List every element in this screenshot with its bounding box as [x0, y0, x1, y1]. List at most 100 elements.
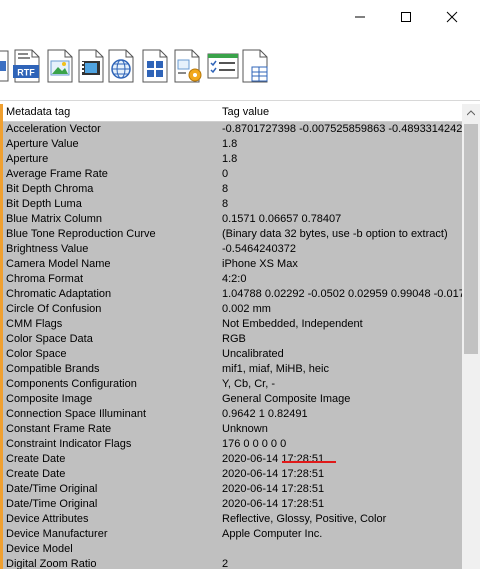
tag-value-cell: 8: [222, 198, 229, 210]
minimize-button[interactable]: [337, 0, 383, 34]
tag-value-cell: -0.5464240372: [222, 243, 297, 255]
metadata-tag-cell: Device Model: [6, 543, 73, 555]
metadata-tag-cell: Date/Time Original: [6, 483, 98, 495]
table-row[interactable]: Blue Tone Reproduction Curve (Binary data…: [3, 227, 462, 242]
tag-value-cell: 8: [222, 183, 229, 195]
toolbar-button-grid[interactable]: [140, 48, 170, 84]
red-annotation-underline: [282, 461, 336, 463]
metadata-tag-cell: Digital Zoom Ratio: [6, 558, 97, 569]
table-row[interactable]: Device Manufacturer Apple Computer Inc.: [3, 527, 462, 542]
tag-value-cell: 0: [222, 168, 229, 180]
table-row[interactable]: Chromatic Adaptation 1.04788 0.02292 -0.0…: [3, 287, 462, 302]
tag-value-cell: Y, Cb, Cr, -: [222, 378, 275, 390]
toolbar-button-image[interactable]: [45, 48, 75, 84]
video-icon: [78, 49, 104, 83]
tag-value-cell: 0.002 mm: [222, 303, 271, 315]
tag-value-cell: 2020-06-14 17:28:51: [222, 468, 325, 480]
tag-value-cell: 2020-06-14 17:28:51: [222, 483, 325, 495]
metadata-tag-cell: Blue Tone Reproduction Curve: [6, 228, 156, 240]
toolbar-button-checklist[interactable]: [207, 48, 239, 84]
table-row[interactable]: Color Space Data RGB: [3, 332, 462, 347]
tag-value-cell: Unknown: [222, 423, 268, 435]
close-button[interactable]: [429, 0, 475, 34]
metadata-tag-cell: Average Frame Rate: [6, 168, 108, 180]
tag-value-cell: iPhone XS Max: [222, 258, 298, 270]
export-rtf-icon: RTF: [13, 49, 40, 83]
table-row[interactable]: Composite Image General Composite Image: [3, 392, 462, 407]
table-header: Metadata tag Tag value: [3, 104, 462, 122]
table-row[interactable]: Digital Zoom Ratio 2: [3, 557, 462, 569]
table-row[interactable]: Device Model: [3, 542, 462, 557]
table-row[interactable]: Blue Matrix Column 0.1571 0.06657 0.78407: [3, 212, 462, 227]
metadata-tag-cell: Camera Model Name: [6, 258, 111, 270]
table-row[interactable]: Components Configuration Y, Cb, Cr, -: [3, 377, 462, 392]
toolbar-button-rtf[interactable]: RTF: [12, 48, 42, 84]
table-row[interactable]: Acceleration Vector -0.8701727398 -0.0075…: [3, 122, 462, 137]
metadata-tag-cell: Constraint Indicator Flags: [6, 438, 132, 450]
checklist-icon: [207, 53, 239, 79]
table-row[interactable]: Constraint Indicator Flags 176 0 0 0 0 0: [3, 437, 462, 452]
toolbar: RTF: [0, 34, 480, 101]
table-row[interactable]: Constant Frame Rate Unknown: [3, 422, 462, 437]
toolbar-button-web[interactable]: [106, 48, 136, 84]
toolbar-button-video[interactable]: [76, 48, 106, 84]
table-row[interactable]: Connection Space Illuminant 0.9642 1 0.82…: [3, 407, 462, 422]
settings-doc-icon: [174, 49, 202, 83]
metadata-tag-cell: Color Space Data: [6, 333, 93, 345]
metadata-tag-cell: Color Space: [6, 348, 67, 360]
tag-value-cell: 4:2:0: [222, 273, 247, 285]
metadata-tag-cell: Bit Depth Chroma: [6, 183, 94, 195]
metadata-tag-cell: Components Configuration: [6, 378, 137, 390]
metadata-tag-cell: Aperture: [6, 153, 49, 165]
table-row[interactable]: Create Date 2020-06-14 17:28:51: [3, 467, 462, 482]
metadata-tag-cell: Create Date: [6, 453, 66, 465]
scrollbar-thumb[interactable]: [464, 124, 478, 354]
table-row[interactable]: Device Attributes Reflective, Glossy, Pos…: [3, 512, 462, 527]
table-row[interactable]: Chroma Format 4:2:0: [3, 272, 462, 287]
table-row[interactable]: Bit Depth Chroma 8: [3, 182, 462, 197]
table-row[interactable]: Aperture 1.8: [3, 152, 462, 167]
tag-value-cell: 0.1571 0.06657 0.78407: [222, 213, 342, 225]
table-row[interactable]: Aperture Value 1.8: [3, 137, 462, 152]
table-row[interactable]: Circle Of Confusion 0.002 mm: [3, 302, 462, 317]
tag-value-cell: 1.04788 0.02292 -0.0502 0.02959 0.99048 …: [222, 288, 462, 300]
table-row[interactable]: CMM Flags Not Embedded, Independent: [3, 317, 462, 332]
table-row[interactable]: Camera Model Name iPhone XS Max: [3, 257, 462, 272]
table-row[interactable]: Date/Time Original 2020-06-14 17:28:51: [3, 497, 462, 512]
metadata-tag-cell: Device Manufacturer: [6, 528, 108, 540]
toolbar-button-doc[interactable]: [0, 48, 10, 84]
web-icon: [108, 49, 134, 83]
toolbar-button-spreadsheet[interactable]: [240, 48, 270, 84]
metadata-tag-cell: Constant Frame Rate: [6, 423, 112, 435]
grid-icon: [142, 49, 168, 83]
metadata-tag-cell: Composite Image: [6, 393, 93, 405]
maximize-button[interactable]: [383, 0, 429, 34]
toolbar-button-settings[interactable]: [172, 48, 204, 84]
scroll-up-button[interactable]: [462, 104, 480, 121]
column-header-value[interactable]: Tag value: [222, 106, 269, 118]
table-row[interactable]: Create Date 2020-06-14 17:28:51: [3, 452, 462, 467]
metadata-tag-cell: Compatible Brands: [6, 363, 100, 375]
table-row[interactable]: Brightness Value -0.5464240372: [3, 242, 462, 257]
tag-value-cell: (Binary data 32 bytes, use -b option to …: [222, 228, 448, 240]
tag-value-cell: 2: [222, 558, 229, 569]
metadata-tag-cell: Brightness Value: [6, 243, 89, 255]
table-row[interactable]: Compatible Brands mif1, miaf, MiHB, heic: [3, 362, 462, 377]
tag-value-cell: 176 0 0 0 0 0: [222, 438, 287, 450]
table-body: Acceleration Vector -0.8701727398 -0.0075…: [3, 122, 462, 569]
tag-value-cell: mif1, miaf, MiHB, heic: [222, 363, 329, 375]
metadata-tag-cell: Date/Time Original: [6, 498, 98, 510]
tag-value-cell: Not Embedded, Independent: [222, 318, 363, 330]
table-row[interactable]: Bit Depth Luma 8: [3, 197, 462, 212]
tag-value-cell: Apple Computer Inc.: [222, 528, 323, 540]
table-row[interactable]: Date/Time Original 2020-06-14 17:28:51: [3, 482, 462, 497]
close-icon: [446, 11, 458, 23]
table-row[interactable]: Average Frame Rate 0: [3, 167, 462, 182]
image-icon: [47, 49, 73, 83]
column-header-tag[interactable]: Metadata tag: [6, 106, 70, 118]
table-row[interactable]: Color Space Uncalibrated: [3, 347, 462, 362]
minimize-icon: [355, 16, 365, 18]
metadata-tag-cell: Circle Of Confusion: [6, 303, 102, 315]
vertical-scrollbar[interactable]: [462, 104, 480, 569]
maximize-icon: [401, 12, 411, 22]
